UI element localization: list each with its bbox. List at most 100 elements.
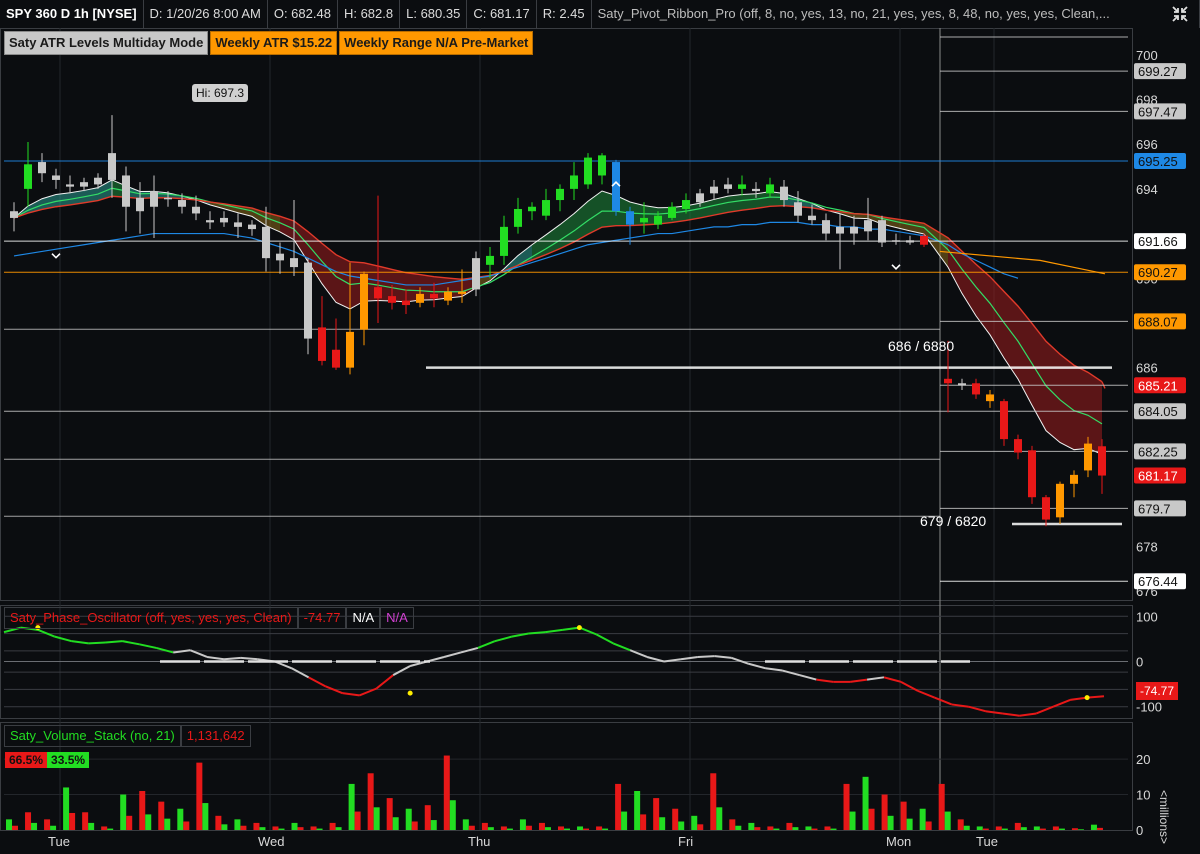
volume-bar <box>957 819 964 830</box>
oscillator-segment <box>562 626 580 631</box>
candle-body <box>10 211 18 218</box>
range-readout: R: 2.45 <box>537 0 592 28</box>
volume-bar <box>183 821 190 830</box>
collapse-arrows-icon <box>1172 6 1188 22</box>
volume-bar <box>487 827 494 830</box>
candle-body <box>542 200 550 216</box>
volume-bar <box>272 826 279 830</box>
candle-body <box>94 177 102 185</box>
volume-tick-label: 20 <box>1136 752 1150 767</box>
level-679-label: 679 / 6820 <box>920 513 987 529</box>
oscillator-segment <box>850 678 868 683</box>
volume-bar <box>468 825 475 830</box>
volume-bar <box>240 825 247 830</box>
volume-bar <box>1071 828 1078 830</box>
volume-bar <box>640 814 647 830</box>
symbol-label[interactable]: SPY 360 D 1h [NYSE] <box>0 0 144 28</box>
volume-bar <box>653 798 660 830</box>
volume-bar <box>354 811 361 830</box>
volume-bar <box>126 815 133 830</box>
volume-bar <box>519 819 526 830</box>
close-readout: C: 681.17 <box>467 0 537 28</box>
oscillator-title[interactable]: Saty_Phase_Oscillator (off, yes, yes, ye… <box>4 607 298 629</box>
volume-bar <box>310 826 317 830</box>
price-tick-label: 696 <box>1136 137 1158 152</box>
candle-body <box>668 206 676 218</box>
atr-badges: Saty ATR Levels Multiday Mode Weekly ATR… <box>4 31 534 55</box>
volume-title[interactable]: Saty_Volume_Stack (no, 21) <box>4 725 181 747</box>
candles-layer[interactable] <box>10 115 1106 527</box>
oscillator-value: -74.77 <box>297 607 347 629</box>
candle-body <box>430 293 438 299</box>
oscillator-segment <box>917 689 936 699</box>
pivot-ribbon <box>13 179 1106 455</box>
volume-bar <box>139 791 146 830</box>
volume-bar <box>12 825 18 830</box>
volume-tick-label: 10 <box>1136 788 1150 803</box>
candle-body <box>780 186 788 201</box>
expand-icon[interactable] <box>1160 0 1200 28</box>
volume-bar <box>963 825 970 830</box>
volume-bar <box>1020 827 1027 830</box>
volume-bar <box>634 791 641 830</box>
volume-bar <box>938 783 945 830</box>
candle-body <box>626 211 634 225</box>
volume-bar <box>44 819 51 830</box>
price-tick-label: 686 <box>1136 361 1158 376</box>
price-label-text: 684.05 <box>1138 404 1178 419</box>
study-label[interactable]: Saty_Pivot_Ribbon_Pro (off, 8, no, yes, … <box>592 0 1200 28</box>
volume-bar <box>881 794 888 830</box>
price-label-text: 676.44 <box>1138 574 1178 589</box>
volume-bar <box>297 827 304 830</box>
candle-body <box>1070 474 1078 484</box>
candle-body <box>486 255 494 265</box>
volume-bar <box>596 826 603 830</box>
volume-bar <box>773 828 780 830</box>
volume-bar <box>925 821 932 830</box>
candle-body <box>290 258 298 268</box>
volume-bar <box>107 828 114 830</box>
oscillator-segment <box>714 655 732 659</box>
oscillator-segment <box>308 676 327 688</box>
green-pct-badge: 33.5% <box>47 752 90 768</box>
oscillator-tick-label: 100 <box>1136 609 1158 624</box>
candle-body <box>346 331 354 368</box>
candle-body <box>724 184 732 189</box>
volume-bar <box>215 815 222 830</box>
candle-body <box>794 202 802 216</box>
volume-bar <box>697 824 704 830</box>
weekly-range-badge: Weekly Range N/A Pre-Market <box>339 31 534 55</box>
oscillator-segment <box>1035 705 1054 715</box>
oscillator-segment <box>54 635 72 643</box>
volume-stack-pane[interactable]: 0 10 20 <box>4 752 1150 838</box>
volume-bar <box>754 827 761 830</box>
oscillator-segment <box>765 667 783 672</box>
price-label-text: 690.27 <box>1138 265 1178 280</box>
volume-bar <box>900 801 907 830</box>
volume-bar <box>906 818 913 830</box>
oscillator-segment <box>443 651 462 658</box>
candle-body <box>318 327 326 361</box>
volume-bar <box>830 828 837 830</box>
oscillator-segment <box>291 667 310 679</box>
volume-bar <box>63 787 70 830</box>
candle-body <box>1014 439 1022 453</box>
oscillator-tick-label: -100 <box>1136 700 1162 715</box>
time-axis: Tue Wed Thu Fri Mon Tue <box>48 834 998 849</box>
volume-bar <box>506 828 513 830</box>
oscillator-na-1: N/A <box>346 607 381 629</box>
volume-bar <box>69 812 76 830</box>
ribbon-segment <box>1046 341 1060 443</box>
day-label: Wed <box>258 834 285 849</box>
volume-bar <box>202 803 209 830</box>
candle-body <box>752 188 760 192</box>
oscillator-segment <box>799 674 817 681</box>
candle-body <box>1000 401 1008 440</box>
oscillator-segment <box>375 674 394 690</box>
volume-bar <box>748 822 755 830</box>
volume-bar <box>849 811 856 830</box>
ribbon-segment <box>1074 365 1088 450</box>
ema-48-line <box>13 221 1019 286</box>
oscillator-segment <box>968 705 986 713</box>
volume-bar <box>101 826 108 830</box>
